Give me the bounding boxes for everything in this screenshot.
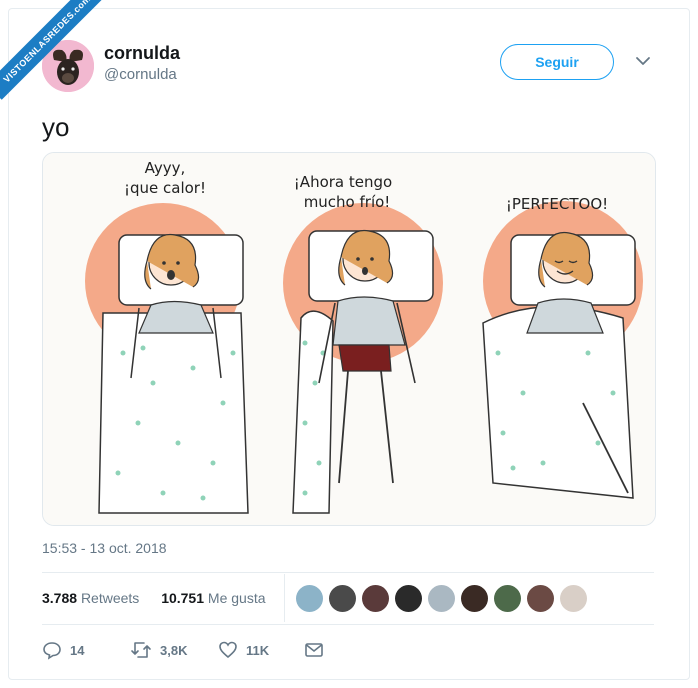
retweets-stat[interactable]: 3.788 Retweets — [42, 590, 145, 606]
liker-avatar[interactable] — [494, 585, 521, 612]
tweet-media-comic[interactable]: Ayyy, ¡que calor! ¡Ahora tengo mucho frí… — [42, 152, 656, 526]
retweet-icon — [131, 642, 151, 658]
comic-panel-1 — [85, 203, 249, 514]
direct-message-button[interactable] — [304, 640, 332, 660]
divider — [42, 624, 654, 625]
display-name[interactable]: cornulda — [104, 43, 180, 64]
reply-icon — [43, 642, 61, 660]
liker-avatar[interactable] — [560, 585, 587, 612]
follow-button[interactable]: Seguir — [500, 44, 614, 80]
like-count: 11K — [246, 642, 270, 658]
liker-avatar[interactable] — [461, 585, 488, 612]
tweet-text: yo — [42, 112, 70, 142]
liker-avatar[interactable] — [329, 585, 356, 612]
likes-stat[interactable]: 10.751 Me gusta — [161, 590, 271, 606]
reply-button[interactable]: 14 — [42, 640, 84, 660]
tweet-timestamp[interactable]: 15:53 - 13 oct. 2018 — [42, 540, 167, 556]
tweet-stats: 3.788 Retweets 10.751 Me gusta — [42, 590, 278, 606]
retweet-count: 3,8K — [160, 642, 188, 658]
liker-avatar[interactable] — [527, 585, 554, 612]
reply-count: 14 — [70, 642, 85, 658]
liker-avatar[interactable] — [362, 585, 389, 612]
comic-text-2a: ¡Ahora tengo — [294, 173, 392, 191]
like-button[interactable]: 11K — [218, 640, 269, 660]
stats-separator — [284, 574, 285, 622]
comic-text-1b: ¡que calor! — [124, 179, 206, 197]
liker-avatar[interactable] — [395, 585, 422, 612]
envelope-icon — [305, 643, 323, 657]
user-handle[interactable]: @cornulda — [104, 66, 177, 83]
heart-icon — [219, 641, 237, 659]
comic-panel-3 — [482, 201, 643, 499]
comic-text-2b: mucho frío! — [304, 193, 391, 211]
comic-text-3a: ¡PERFECTOO! — [506, 195, 608, 213]
liker-avatar[interactable] — [296, 585, 323, 612]
chevron-down-icon[interactable] — [634, 52, 652, 70]
comic-text-1a: Ayyy, — [145, 159, 186, 177]
retweet-button[interactable]: 3,8K — [130, 640, 187, 660]
divider — [42, 572, 654, 573]
liker-avatar[interactable] — [428, 585, 455, 612]
